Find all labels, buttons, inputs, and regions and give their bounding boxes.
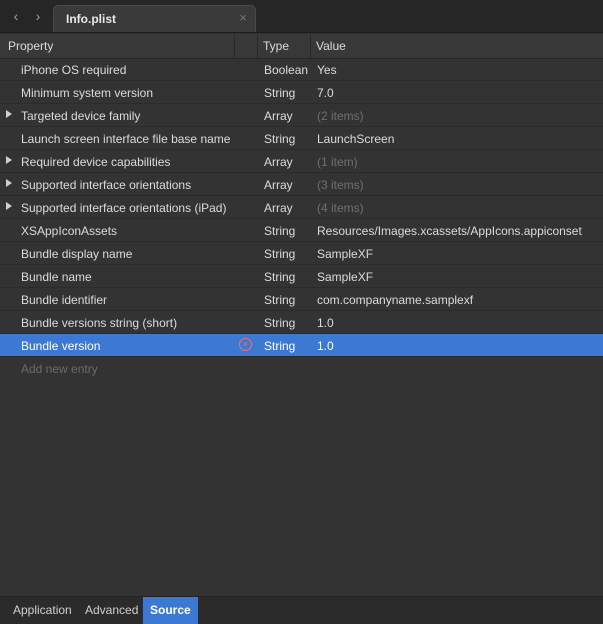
- property-value[interactable]: 1.0: [317, 316, 334, 330]
- property-name[interactable]: Minimum system version: [21, 86, 153, 100]
- property-value[interactable]: (4 items): [317, 201, 364, 215]
- property-value[interactable]: com.companyname.samplexf: [317, 293, 473, 307]
- property-type[interactable]: String: [264, 132, 295, 146]
- property-type[interactable]: String: [264, 316, 295, 330]
- property-value[interactable]: (2 items): [317, 109, 364, 123]
- property-name[interactable]: Bundle versions string (short): [21, 316, 177, 330]
- disclosure-triangle-icon[interactable]: [6, 179, 12, 187]
- plist-row[interactable]: Bundle name String SampleXF: [0, 265, 603, 288]
- property-name[interactable]: Bundle display name: [21, 247, 132, 261]
- property-value[interactable]: 7.0: [317, 86, 334, 100]
- property-value[interactable]: LaunchScreen: [317, 132, 394, 146]
- property-type[interactable]: String: [264, 86, 295, 100]
- property-type[interactable]: String: [264, 224, 295, 238]
- property-type[interactable]: Boolean: [264, 63, 308, 77]
- property-value[interactable]: 1.0: [317, 339, 334, 353]
- editor-tab-bar: ‹ › Info.plist ×: [0, 0, 603, 33]
- forward-arrow-icon[interactable]: ›: [30, 8, 46, 24]
- property-type[interactable]: String: [264, 247, 295, 261]
- property-type[interactable]: String: [264, 339, 295, 353]
- back-arrow-icon[interactable]: ‹: [8, 8, 24, 24]
- property-type[interactable]: Array: [264, 155, 293, 169]
- property-name[interactable]: Bundle name: [21, 270, 92, 284]
- tab-info-plist[interactable]: Info.plist ×: [53, 5, 256, 32]
- header-property[interactable]: Property: [8, 39, 53, 53]
- column-divider[interactable]: [310, 34, 311, 58]
- property-name[interactable]: Supported interface orientations (iPad): [21, 201, 226, 215]
- property-type[interactable]: String: [264, 293, 295, 307]
- column-divider[interactable]: [257, 34, 258, 58]
- property-value[interactable]: Yes: [317, 63, 337, 77]
- property-name[interactable]: iPhone OS required: [21, 63, 126, 77]
- plist-row[interactable]: Supported interface orientations (iPad) A…: [0, 196, 603, 219]
- property-value[interactable]: (1 item): [317, 155, 358, 169]
- plist-row[interactable]: Bundle identifier String com.companyname.s…: [0, 288, 603, 311]
- tab-application[interactable]: Application: [6, 597, 79, 624]
- property-name[interactable]: XSAppIconAssets: [21, 224, 117, 238]
- tab-source[interactable]: Source: [143, 597, 198, 624]
- add-entry-row[interactable]: Add new entry: [0, 357, 603, 380]
- column-divider[interactable]: [234, 34, 235, 58]
- table-header: Property Type Value: [0, 34, 603, 59]
- tab-advanced[interactable]: Advanced: [78, 597, 145, 624]
- property-value[interactable]: SampleXF: [317, 247, 373, 261]
- plist-rows: iPhone OS required Boolean Yes Minimum syst…: [0, 58, 603, 380]
- add-new-entry-placeholder[interactable]: Add new entry: [21, 362, 98, 376]
- property-type[interactable]: Array: [264, 201, 293, 215]
- header-value[interactable]: Value: [316, 39, 346, 53]
- plist-row[interactable]: Minimum system version String 7.0: [0, 81, 603, 104]
- property-value[interactable]: (3 items): [317, 178, 364, 192]
- property-name[interactable]: Launch screen interface file base name: [21, 132, 230, 146]
- property-name[interactable]: Required device capabilities: [21, 155, 170, 169]
- header-type[interactable]: Type: [263, 39, 289, 53]
- property-type[interactable]: Array: [264, 109, 293, 123]
- plist-row[interactable]: Bundle display name String SampleXF: [0, 242, 603, 265]
- plist-row[interactable]: iPhone OS required Boolean Yes: [0, 58, 603, 81]
- property-type[interactable]: String: [264, 270, 295, 284]
- plist-row[interactable]: Launch screen interface file base name St…: [0, 127, 603, 150]
- bottom-tab-bar: Application Advanced Source: [0, 596, 603, 624]
- plist-row[interactable]: Targeted device family Array (2 items): [0, 104, 603, 127]
- plist-row[interactable]: Required device capabilities Array (1 item…: [0, 150, 603, 173]
- plist-row[interactable]: Bundle version × String 1.0: [0, 334, 603, 357]
- property-name[interactable]: Bundle identifier: [21, 293, 107, 307]
- property-name[interactable]: Targeted device family: [21, 109, 140, 123]
- property-name[interactable]: Bundle version: [21, 339, 100, 353]
- property-value[interactable]: Resources/Images.xcassets/AppIcons.appic…: [317, 224, 582, 238]
- property-name[interactable]: Supported interface orientations: [21, 178, 191, 192]
- disclosure-triangle-icon[interactable]: [6, 156, 12, 164]
- plist-row[interactable]: XSAppIconAssets String Resources/Images.xc…: [0, 219, 603, 242]
- plist-row[interactable]: Bundle versions string (short) String 1.0: [0, 311, 603, 334]
- disclosure-triangle-icon[interactable]: [6, 202, 12, 210]
- remove-entry-icon[interactable]: ×: [239, 338, 252, 351]
- tab-title: Info.plist: [66, 12, 116, 26]
- plist-row[interactable]: Supported interface orientations Array (3 …: [0, 173, 603, 196]
- property-type[interactable]: Array: [264, 178, 293, 192]
- property-value[interactable]: SampleXF: [317, 270, 373, 284]
- disclosure-triangle-icon[interactable]: [6, 110, 12, 118]
- close-icon[interactable]: ×: [239, 10, 247, 25]
